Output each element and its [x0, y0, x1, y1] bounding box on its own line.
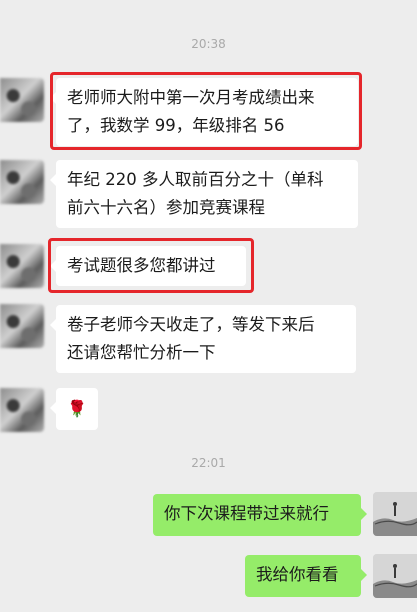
message-text: 考试题很多您都讲过	[67, 256, 216, 275]
contact-avatar[interactable]	[0, 78, 44, 122]
message-text: 前六十六名）参加竞赛课程	[67, 198, 265, 217]
message-text: 你下次课程带过来就行	[164, 504, 329, 523]
self-avatar[interactable]	[373, 554, 417, 598]
timestamp-1: 20:38	[191, 37, 226, 51]
contact-avatar[interactable]	[0, 244, 44, 288]
landscape-icon	[373, 492, 417, 536]
message-text: 卷子老师今天收走了，等发下来后	[67, 315, 315, 334]
message-bubble-3[interactable]: 考试题很多您都讲过	[50, 246, 246, 286]
rose-icon: 🌹	[67, 399, 87, 418]
contact-avatar[interactable]	[0, 160, 44, 204]
message-bubble-5[interactable]: 🌹	[50, 388, 98, 430]
message-bubble-2[interactable]: 年纪 220 多人取前百分之十（单科 前六十六名）参加竞赛课程	[50, 160, 358, 228]
message-text: 了，我数学 99，年级排名 56	[67, 116, 285, 135]
message-bubble-7[interactable]: 我给你看看	[245, 555, 367, 597]
landscape-icon	[373, 554, 417, 598]
contact-avatar[interactable]	[0, 304, 44, 348]
message-text: 年纪 220 多人取前百分之十（单科	[67, 170, 324, 189]
message-text: 老师师大附中第一次月考成绩出来	[67, 88, 315, 107]
timestamp-2: 22:01	[191, 456, 226, 470]
contact-avatar[interactable]	[0, 388, 44, 432]
self-avatar[interactable]	[373, 492, 417, 536]
message-bubble-1[interactable]: 老师师大附中第一次月考成绩出来 了，我数学 99，年级排名 56	[50, 78, 358, 146]
message-text: 我给你看看	[256, 565, 339, 584]
message-bubble-6[interactable]: 你下次课程带过来就行	[153, 494, 367, 536]
message-text: 还请您帮忙分析一下	[67, 343, 216, 362]
message-bubble-4[interactable]: 卷子老师今天收走了，等发下来后 还请您帮忙分析一下	[50, 305, 356, 373]
